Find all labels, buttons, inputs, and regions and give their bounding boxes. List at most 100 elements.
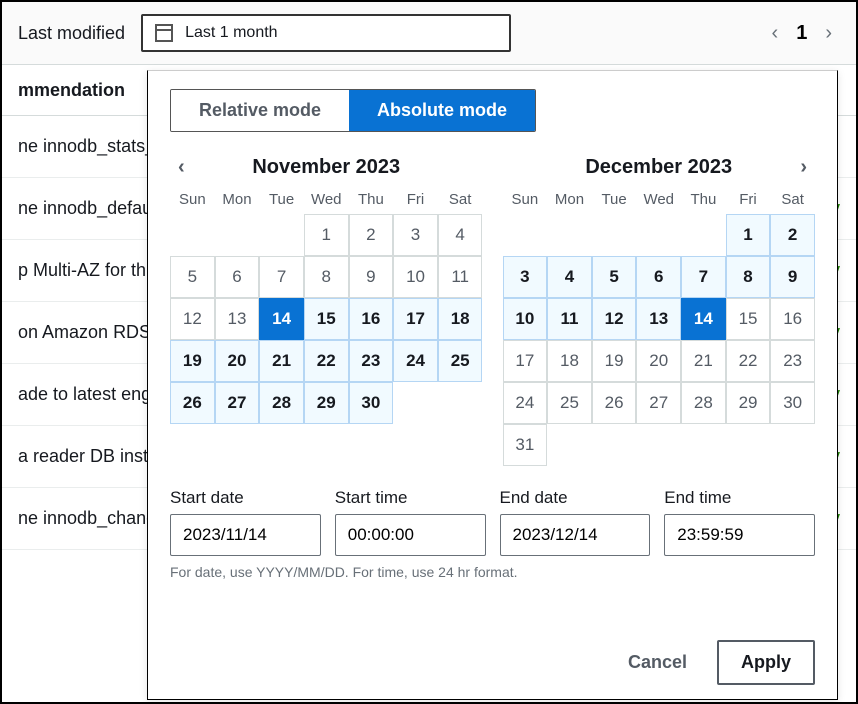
pager-prev-icon[interactable]: ‹ (772, 22, 779, 45)
calendar-day[interactable]: 21 (259, 340, 304, 382)
calendar-day[interactable]: 29 (304, 382, 349, 424)
start-time-label: Start time (335, 488, 486, 508)
calendar-day[interactable]: 30 (349, 382, 394, 424)
calendar-day[interactable]: 23 (349, 340, 394, 382)
calendar-day[interactable]: 3 (393, 214, 438, 256)
calendar-day[interactable]: 4 (438, 214, 483, 256)
tab-absolute-mode[interactable]: Absolute mode (349, 90, 535, 131)
calendar-day[interactable]: 13 (215, 298, 260, 340)
calendar-day[interactable]: 16 (770, 298, 815, 340)
start-date-label: Start date (170, 488, 321, 508)
calendar-day[interactable]: 16 (349, 298, 394, 340)
calendar-day[interactable]: 23 (770, 340, 815, 382)
calendar-day[interactable]: 19 (592, 340, 637, 382)
datetime-inputs: Start date Start time End date End time (170, 488, 815, 556)
calendar-day[interactable]: 15 (304, 298, 349, 340)
calendar-day[interactable]: 26 (170, 382, 215, 424)
calendar-day[interactable]: 9 (770, 256, 815, 298)
mode-tabs: Relative mode Absolute mode (170, 89, 536, 132)
start-date-input[interactable] (170, 514, 321, 556)
calendar-day[interactable]: 20 (636, 340, 681, 382)
calendar-day[interactable]: 11 (438, 256, 483, 298)
calendar-day[interactable]: 29 (726, 382, 771, 424)
dow-label: Thu (349, 191, 394, 208)
calendar-day[interactable]: 21 (681, 340, 726, 382)
calendar-day[interactable]: 22 (726, 340, 771, 382)
calendar-day[interactable]: 18 (438, 298, 483, 340)
end-time-input[interactable] (664, 514, 815, 556)
cancel-button[interactable]: Cancel (616, 642, 699, 683)
calendar-day[interactable]: 8 (726, 256, 771, 298)
dow-label: Fri (393, 191, 438, 208)
calendar-day[interactable]: 27 (636, 382, 681, 424)
calendar-day[interactable]: 12 (170, 298, 215, 340)
calendar-day[interactable]: 14 (259, 298, 304, 340)
dow-label: Sun (503, 191, 548, 208)
end-date-input[interactable] (500, 514, 651, 556)
calendar-day[interactable]: 25 (547, 382, 592, 424)
calendar-day[interactable]: 9 (349, 256, 394, 298)
calendar-day[interactable]: 24 (393, 340, 438, 382)
calendar-day[interactable]: 5 (592, 256, 637, 298)
calendar-day[interactable]: 6 (215, 256, 260, 298)
apply-button[interactable]: Apply (717, 640, 815, 685)
calendar-day[interactable]: 19 (170, 340, 215, 382)
calendar-day[interactable]: 7 (681, 256, 726, 298)
calendar-day[interactable]: 28 (681, 382, 726, 424)
calendar-day[interactable]: 31 (503, 424, 548, 466)
calendar-day[interactable]: 13 (636, 298, 681, 340)
dow-label: Sun (170, 191, 215, 208)
pager-next-icon[interactable]: › (825, 22, 832, 45)
calendar-day[interactable]: 26 (592, 382, 637, 424)
calendar-day[interactable]: 11 (547, 298, 592, 340)
calendar-day[interactable]: 27 (215, 382, 260, 424)
calendar-day[interactable]: 17 (393, 298, 438, 340)
prev-month-icon[interactable]: ‹ (170, 152, 193, 183)
next-month-icon[interactable]: › (792, 152, 815, 183)
calendar-day[interactable]: 7 (259, 256, 304, 298)
calendar-icon (155, 24, 173, 42)
pager-page: 1 (796, 22, 807, 45)
tab-relative-mode[interactable]: Relative mode (171, 90, 349, 131)
calendar-day[interactable]: 30 (770, 382, 815, 424)
calendar-day[interactable]: 6 (636, 256, 681, 298)
calendar-day[interactable]: 3 (503, 256, 548, 298)
calendar-day[interactable]: 25 (438, 340, 483, 382)
calendar-day[interactable]: 20 (215, 340, 260, 382)
calendar-day[interactable]: 22 (304, 340, 349, 382)
date-range-popover: Relative mode Absolute mode ‹ November 2… (147, 70, 838, 700)
calendar-day[interactable]: 10 (503, 298, 548, 340)
end-date-label: End date (500, 488, 651, 508)
calendar-day[interactable]: 5 (170, 256, 215, 298)
month-title-left: November 2023 (252, 156, 400, 179)
pager: ‹ 1 › (772, 22, 840, 45)
dow-label: Mon (547, 191, 592, 208)
calendar-right: December 2023 › SunMonTueWedThuFriSat 12… (503, 150, 816, 466)
dow-label: Tue (259, 191, 304, 208)
dow-label: Sat (438, 191, 483, 208)
calendar-day[interactable]: 14 (681, 298, 726, 340)
month-title-right: December 2023 (585, 156, 732, 179)
calendar-day[interactable]: 1 (726, 214, 771, 256)
calendar-day[interactable]: 1 (304, 214, 349, 256)
calendar-day[interactable]: 10 (393, 256, 438, 298)
calendar-day[interactable]: 2 (349, 214, 394, 256)
calendar-left: ‹ November 2023 SunMonTueWedThuFriSat 12… (170, 150, 483, 466)
calendar-day[interactable]: 15 (726, 298, 771, 340)
top-bar: Last modified Last 1 month ‹ 1 › (2, 2, 856, 65)
dow-label: Tue (592, 191, 637, 208)
date-range-trigger[interactable]: Last 1 month (141, 14, 511, 52)
calendar-day[interactable]: 17 (503, 340, 548, 382)
calendar-day[interactable]: 24 (503, 382, 548, 424)
dow-label: Thu (681, 191, 726, 208)
calendar-day[interactable]: 8 (304, 256, 349, 298)
calendars: ‹ November 2023 SunMonTueWedThuFriSat 12… (170, 150, 815, 466)
calendar-day[interactable]: 2 (770, 214, 815, 256)
calendar-day[interactable]: 18 (547, 340, 592, 382)
calendar-day[interactable]: 28 (259, 382, 304, 424)
filter-label: Last modified (18, 23, 125, 44)
start-time-input[interactable] (335, 514, 486, 556)
calendar-day[interactable]: 12 (592, 298, 637, 340)
calendar-day[interactable]: 4 (547, 256, 592, 298)
dow-label: Sat (770, 191, 815, 208)
